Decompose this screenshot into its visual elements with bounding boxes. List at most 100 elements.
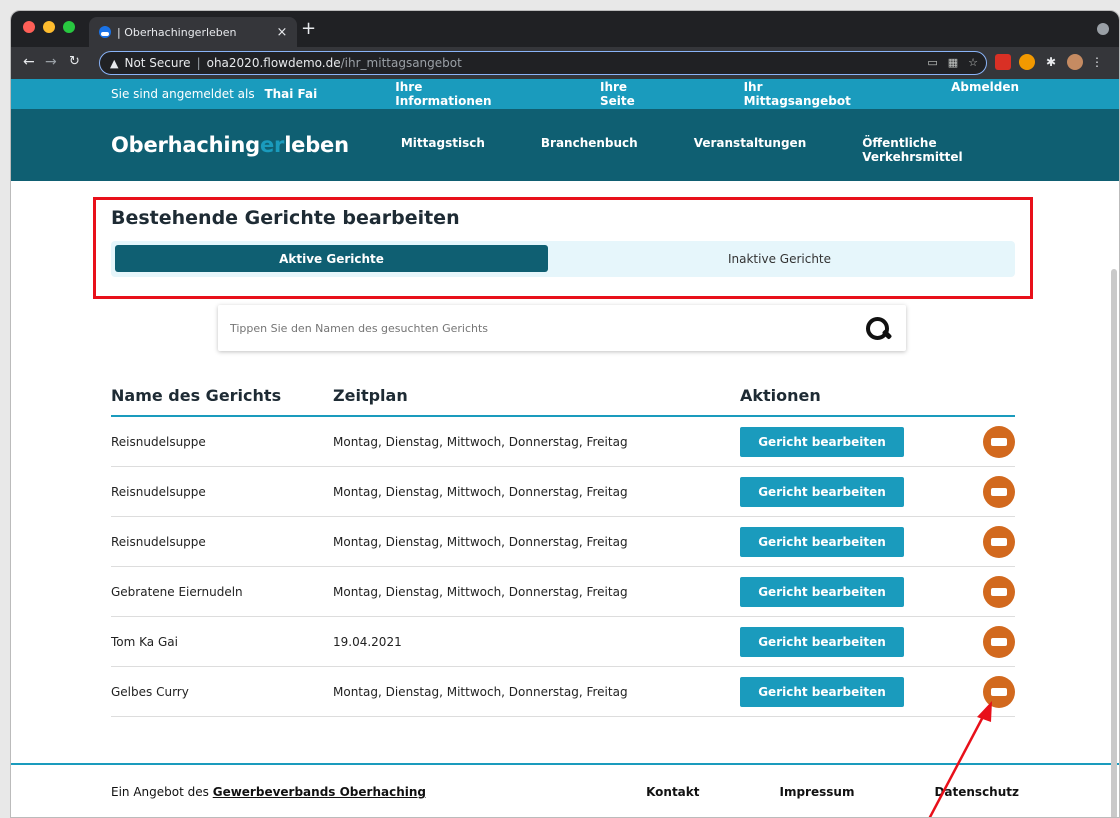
edit-cell: Gericht bearbeiten	[740, 426, 940, 457]
nav-mittagstisch[interactable]: Mittagstisch	[401, 136, 485, 164]
delete-dish-icon[interactable]	[983, 575, 1015, 608]
tab-search-icon[interactable]	[1097, 23, 1109, 35]
nav-branchenbuch[interactable]: Branchenbuch	[541, 136, 638, 164]
table-row: Reisnudelsuppe Montag, Dienstag, Mittwoch…	[111, 417, 1015, 467]
forward-arrow-icon[interactable]: →	[45, 53, 57, 71]
logged-in-info: Sie sind angemeldet als Thai Fai	[111, 87, 317, 101]
minimize-window-icon[interactable]	[43, 21, 55, 33]
footer-credit-link[interactable]: Gewerbeverbands Oberhaching	[213, 785, 426, 799]
delete-cell	[940, 525, 1015, 558]
new-tab-button[interactable]: +	[301, 19, 316, 39]
link-ihre-informationen[interactable]: Ihre Informationen	[395, 80, 522, 108]
reload-icon[interactable]: ↻	[69, 53, 80, 71]
edit-dish-button[interactable]: Gericht bearbeiten	[740, 626, 904, 657]
warning-icon[interactable]: ▲	[110, 57, 118, 70]
link-ihre-seite[interactable]: Ihre Seite	[600, 80, 666, 108]
table-row: Gebratene Eiernudeln Montag, Dienstag, Mi…	[111, 567, 1015, 617]
delete-dish-icon[interactable]	[983, 525, 1015, 558]
dish-status-tabs: Aktive Gerichte Inaktive Gerichte	[111, 241, 1015, 277]
nav-veranstaltungen[interactable]: Veranstaltungen	[694, 136, 807, 164]
security-label[interactable]: Not Secure	[124, 56, 190, 70]
browser-toolbar: ← → ↻ ▲ Not Secure | oha2020.flowdemo.de…	[11, 47, 1119, 79]
dish-schedule: Montag, Dienstag, Mittwoch, Donnerstag, …	[333, 534, 628, 549]
edit-dish-button[interactable]: Gericht bearbeiten	[740, 526, 904, 557]
omnibox-actions: ▭ ▦ ☆	[927, 56, 978, 69]
delete-dish-icon[interactable]	[983, 625, 1015, 658]
edit-dish-button[interactable]: Gericht bearbeiten	[740, 476, 904, 507]
search-input[interactable]	[230, 321, 862, 335]
browser-window: | Oberhachingerleben × + ← → ↻ ▲ Not Sec…	[10, 10, 1120, 818]
edit-dish-button[interactable]: Gericht bearbeiten	[740, 426, 904, 457]
dish-schedule: Montag, Dienstag, Mittwoch, Donnerstag, …	[333, 684, 628, 699]
tab-close-icon[interactable]: ×	[273, 25, 291, 40]
dish-schedule: Montag, Dienstag, Mittwoch, Donnerstag, …	[333, 434, 628, 449]
tab-title: | Oberhachingerleben	[117, 25, 237, 39]
tab-aktive-gerichte[interactable]: Aktive Gerichte	[115, 245, 548, 272]
logo-end: leben	[284, 133, 349, 157]
edit-cell: Gericht bearbeiten	[740, 576, 940, 607]
edit-cell: Gericht bearbeiten	[740, 476, 940, 507]
more-icon[interactable]: ⋮	[1091, 54, 1103, 70]
star-icon[interactable]: ☆	[968, 56, 978, 69]
nav-verkehrsmittel[interactable]: Öffentliche Verkehrsmittel	[862, 136, 1019, 164]
header-actions: Aktionen	[740, 385, 821, 405]
back-arrow-icon[interactable]: ←	[23, 53, 35, 71]
site-favicon-icon	[99, 26, 111, 38]
table-row: Reisnudelsuppe Montag, Dienstag, Mittwoch…	[111, 517, 1015, 567]
section-title: Bestehende Gerichte bearbeiten	[111, 207, 460, 229]
close-window-icon[interactable]	[23, 21, 35, 33]
logged-in-label: Sie sind angemeldet als	[111, 87, 255, 101]
logo-er: er	[259, 133, 285, 157]
page-scrollbar[interactable]	[1111, 269, 1117, 817]
orange-extension-icon[interactable]	[1019, 54, 1035, 70]
edit-cell: Gericht bearbeiten	[740, 526, 940, 557]
table-header: Name des Gerichts Zeitplan Aktionen	[111, 375, 1015, 417]
dish-name: Gebratene Eiernudeln	[111, 584, 243, 599]
address-bar[interactable]: ▲ Not Secure | oha2020.flowdemo.de /ihr_…	[99, 51, 987, 75]
account-bar: Sie sind angemeldet als Thai Fai Ihre In…	[11, 79, 1119, 109]
edit-cell: Gericht bearbeiten	[740, 676, 940, 707]
link-abmelden[interactable]: Abmelden	[951, 80, 1019, 108]
page-content: Sie sind angemeldet als Thai Fai Ihre In…	[11, 79, 1119, 817]
edit-cell: Gericht bearbeiten	[740, 626, 940, 657]
footer-kontakt[interactable]: Kontakt	[646, 785, 699, 799]
dish-name: Gelbes Curry	[111, 684, 189, 699]
footer: Ein Angebot des Gewerbeverbands Oberhach…	[11, 763, 1119, 817]
delete-dish-icon[interactable]	[983, 475, 1015, 508]
edit-dish-button[interactable]: Gericht bearbeiten	[740, 576, 904, 607]
url-host[interactable]: oha2020.flowdemo.de	[207, 56, 341, 70]
delete-cell	[940, 425, 1015, 458]
delete-cell	[940, 625, 1015, 658]
edit-dish-button[interactable]: Gericht bearbeiten	[740, 676, 904, 707]
table-row: Tom Ka Gai 19.04.2021 Gericht bearbeiten	[111, 617, 1015, 667]
avatar-icon[interactable]	[1067, 54, 1083, 70]
omnibox-separator: |	[196, 56, 201, 70]
url-path[interactable]: /ihr_mittagsangebot	[341, 56, 462, 70]
footer-credit: Ein Angebot des Gewerbeverbands Oberhach…	[111, 785, 426, 799]
site-logo[interactable]: Oberhachingerleben	[111, 133, 349, 157]
header-name: Name des Gerichts	[111, 385, 282, 405]
dish-schedule: Montag, Dienstag, Mittwoch, Donnerstag, …	[333, 484, 628, 499]
delete-dish-icon[interactable]	[983, 675, 1015, 708]
calendar-extension-icon[interactable]	[995, 54, 1011, 70]
footer-credit-prefix: Ein Angebot des	[111, 785, 209, 799]
table-row: Reisnudelsuppe Montag, Dienstag, Mittwoch…	[111, 467, 1015, 517]
puzzle-icon[interactable]: ✱	[1043, 54, 1059, 70]
delete-cell	[940, 475, 1015, 508]
tab-inaktive-gerichte[interactable]: Inaktive Gerichte	[548, 245, 1011, 272]
browser-tab[interactable]: | Oberhachingerleben ×	[89, 17, 297, 47]
search-box	[218, 305, 906, 351]
delete-dish-icon[interactable]	[983, 425, 1015, 458]
maximize-window-icon[interactable]	[63, 21, 75, 33]
link-ihr-mittagsangebot[interactable]: Ihr Mittagsangebot	[744, 80, 874, 108]
dish-name: Reisnudelsuppe	[111, 434, 206, 449]
tab-strip: | Oberhachingerleben × +	[11, 11, 1119, 47]
cast-icon[interactable]: ▭	[927, 56, 937, 69]
dish-name: Reisnudelsuppe	[111, 534, 206, 549]
footer-datenschutz[interactable]: Datenschutz	[934, 785, 1019, 799]
account-links: Ihre Informationen Ihre Seite Ihr Mittag…	[317, 80, 1019, 108]
footer-impressum[interactable]: Impressum	[780, 785, 855, 799]
qr-icon[interactable]: ▦	[948, 56, 958, 69]
dish-schedule: Montag, Dienstag, Mittwoch, Donnerstag, …	[333, 584, 628, 599]
search-icon[interactable]	[862, 313, 898, 343]
